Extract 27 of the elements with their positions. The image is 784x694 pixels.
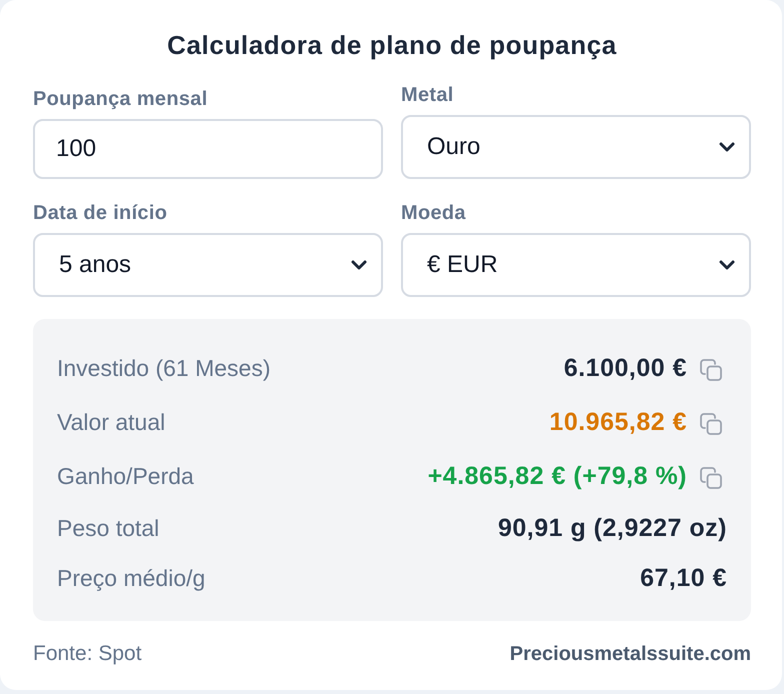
dropdown-field[interactable]: 5 anos xyxy=(33,233,383,297)
result-label: Investido (61 Meses) xyxy=(57,354,270,382)
field-label: Metal xyxy=(401,83,455,107)
site-link[interactable]: Preciousmetalssuite.com xyxy=(510,641,751,667)
chevron-down-icon xyxy=(719,142,735,152)
source-note: Fonte: Spot xyxy=(33,641,142,667)
result-value: 6.100,00 € xyxy=(564,354,687,382)
chevron-down-icon xyxy=(719,260,735,270)
copy-icon[interactable] xyxy=(700,359,722,381)
copy-icon[interactable] xyxy=(700,413,722,435)
dropdown-field[interactable]: Ouro xyxy=(401,115,751,179)
result-value: 90,91 g (2,9227 oz) xyxy=(498,514,727,542)
dropdown-field[interactable]: € EUR xyxy=(401,233,751,297)
field-label: Moeda xyxy=(401,201,467,225)
result-label: Valor atual xyxy=(57,408,166,436)
result-value: 10.965,82 € xyxy=(549,408,687,436)
result-label: Ganho/Perda xyxy=(57,462,194,490)
calculator-title: Calculadora de plano de poupança xyxy=(166,29,618,62)
result-value: 67,10 € xyxy=(640,564,727,592)
result-label: Preço médio/g xyxy=(57,564,206,592)
input-field[interactable]: 100 xyxy=(33,119,383,179)
copy-icon[interactable] xyxy=(700,467,722,489)
result-value: +4.865,82 € (+79,8 %) xyxy=(428,462,687,490)
field-label: Data de início xyxy=(33,201,168,225)
chevron-down-icon xyxy=(351,260,367,270)
result-label: Peso total xyxy=(57,514,160,542)
field-label: Poupança mensal xyxy=(33,87,209,111)
